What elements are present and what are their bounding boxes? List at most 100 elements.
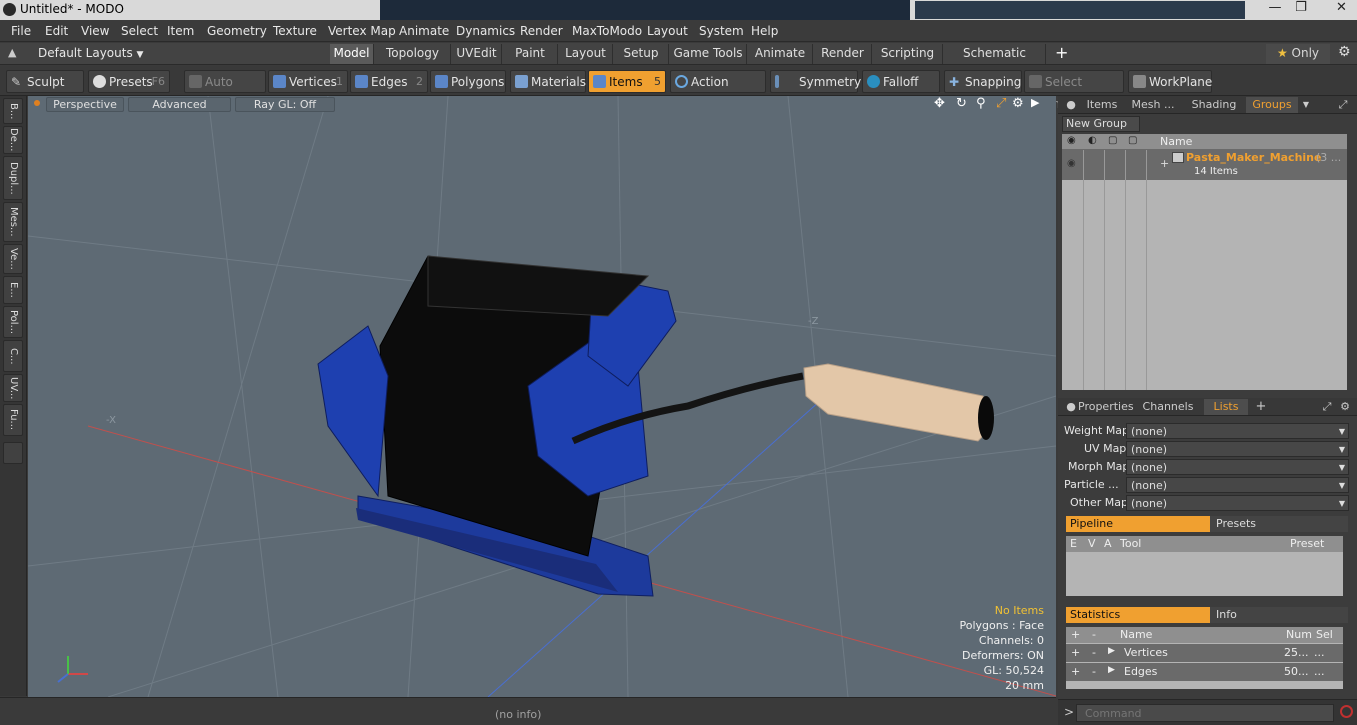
tab-schematic-fusion[interactable]: Schematic Fusion [944, 44, 1046, 79]
tab-uvedit[interactable]: UVEdit [452, 44, 502, 64]
tab-properties[interactable]: Properties [1078, 399, 1134, 415]
tab-menu-chevron-icon[interactable]: ▼ [1300, 97, 1312, 113]
left-tab-deform[interactable]: De... [3, 126, 23, 154]
fit-view-icon[interactable]: ⤢ [996, 96, 1006, 111]
left-tab-edge[interactable]: E... [3, 276, 23, 304]
menu-animate[interactable]: Animate [399, 24, 449, 38]
morph-map-select[interactable]: (none) ▼ [1126, 459, 1349, 475]
tab-render[interactable]: Render [814, 44, 872, 64]
panel-gear-icon[interactable]: ⚙ [1338, 399, 1352, 415]
new-group-button[interactable]: New Group [1062, 116, 1140, 132]
particle-select[interactable]: (none) ▼ [1126, 477, 1349, 493]
stats-minus-button[interactable]: - [1092, 646, 1096, 659]
menu-dynamics[interactable]: Dynamics [456, 24, 515, 38]
command-input[interactable] [1076, 704, 1334, 722]
tab-items[interactable]: Items [1082, 97, 1122, 113]
left-tab-basic[interactable]: B... [3, 98, 23, 124]
tab-paint[interactable]: Paint [503, 44, 558, 64]
auto-select-button[interactable]: Auto Select [184, 70, 266, 111]
gear-icon[interactable]: ⚙ [1338, 44, 1351, 60]
symmetry-button[interactable]: Symmetry [770, 70, 861, 93]
workplane-button[interactable]: WorkPlane [1128, 70, 1212, 93]
shading-button[interactable]: Advanced [128, 97, 231, 112]
menu-texture[interactable]: Texture [273, 24, 317, 38]
pipeline-table[interactable]: E V A Tool Preset [1066, 536, 1343, 596]
panel-expand-icon[interactable]: ⤢ [1336, 97, 1350, 113]
add-tab-icon[interactable]: + [1055, 43, 1068, 62]
menu-vertex-map[interactable]: Vertex Map [328, 24, 396, 38]
layout-toggle-icon[interactable]: ▲ [8, 46, 16, 59]
stats-minus-button[interactable]: - [1092, 665, 1096, 678]
stats-plus-button[interactable]: + [1071, 646, 1080, 659]
tab-animate[interactable]: Animate [748, 44, 813, 64]
left-tab-mesh[interactable]: Mes... [3, 202, 23, 242]
groups-list[interactable]: ◉ ◐ ▢ ▢ Name ◉ + Pasta_Maker_Machine (3 … [1062, 134, 1347, 390]
info-tab[interactable]: Info [1210, 607, 1348, 623]
menu-system[interactable]: System [699, 24, 744, 38]
polygons-button[interactable]: Polygons [430, 70, 506, 93]
tab-groups[interactable]: Groups [1246, 97, 1298, 113]
left-tab-curve[interactable]: C... [3, 340, 23, 372]
stats-plus-button[interactable]: + [1071, 665, 1080, 678]
materials-button[interactable]: Materials [510, 70, 586, 93]
menu-geometry[interactable]: Geometry [207, 24, 267, 38]
only-button[interactable]: ★ Only [1266, 44, 1330, 64]
viewport-settings-gear-icon[interactable]: ⚙ [1012, 96, 1024, 111]
menu-file[interactable]: File [11, 24, 31, 38]
minimize-icon[interactable]: — [1262, 0, 1288, 20]
move-view-icon[interactable]: ✥ [934, 96, 945, 111]
close-icon[interactable]: ✕ [1326, 0, 1357, 20]
rotate-view-icon[interactable]: ↻ [956, 96, 967, 111]
left-tab-uv[interactable]: UV... [3, 374, 23, 402]
presets-button[interactable]: Presets F6 [88, 70, 170, 93]
left-tab-vertex[interactable]: Ve... [3, 244, 23, 274]
left-tab-fusion[interactable]: Fu... [3, 404, 23, 436]
tab-setup[interactable]: Setup [614, 44, 669, 64]
tab-model[interactable]: Model [330, 44, 374, 64]
menu-view[interactable]: View [81, 24, 109, 38]
raygl-button[interactable]: Ray GL: Off [235, 97, 335, 112]
pipeline-tab[interactable]: Pipeline [1066, 516, 1210, 532]
add-tab-icon[interactable]: + [1254, 399, 1268, 415]
menu-select[interactable]: Select [121, 24, 158, 38]
scene-canvas[interactable]: -Z -X [28, 96, 1056, 697]
group-expand-icon[interactable]: + [1160, 157, 1169, 170]
left-tab-polygon[interactable]: Pol... [3, 306, 23, 338]
menu-render[interactable]: Render [520, 24, 563, 38]
tab-layout[interactable]: Layout [559, 44, 613, 64]
table-row[interactable]: + - ▶ Vertices 25... ... [1066, 644, 1343, 662]
record-icon[interactable] [1340, 705, 1353, 718]
menu-help[interactable]: Help [751, 24, 778, 38]
group-name[interactable]: Pasta_Maker_Machine [1186, 151, 1321, 164]
tab-scripting[interactable]: Scripting [873, 44, 943, 64]
panel-expand-icon[interactable]: ⤢ [1320, 399, 1334, 415]
edges-button[interactable]: Edges 2 [350, 70, 428, 93]
expand-triangle-icon[interactable]: ▶ [1108, 665, 1115, 675]
statistics-table[interactable]: + - Name Num Sel + - ▶ Vertices 25... ..… [1066, 627, 1343, 689]
table-row[interactable]: + - ▶ Edges 50... ... [1066, 663, 1343, 681]
perspective-button[interactable]: Perspective [46, 97, 124, 112]
left-tab-duplicate[interactable]: Dupl... [3, 156, 23, 200]
tab-mesh[interactable]: Mesh ... [1124, 97, 1182, 113]
weight-map-select[interactable]: (none) ▼ [1126, 423, 1349, 439]
zoom-view-icon[interactable]: ⚲ [976, 96, 986, 111]
statistics-tab[interactable]: Statistics [1066, 607, 1210, 623]
group-visibility-icon[interactable]: ◉ [1067, 158, 1076, 169]
select-through-button[interactable]: Select Through [1024, 70, 1124, 111]
expand-triangle-icon[interactable]: ▶ [1108, 646, 1115, 656]
tab-topology[interactable]: Topology [375, 44, 451, 64]
menu-layout[interactable]: Layout [647, 24, 688, 38]
tab-shading[interactable]: Shading [1184, 97, 1244, 113]
left-tab-extra[interactable] [3, 442, 23, 464]
items-button[interactable]: Items 5 [588, 70, 666, 93]
3d-viewport[interactable]: -Z -X Perspective Advanced Ray GL: Off ✥… [28, 96, 1056, 697]
tab-channels[interactable]: Channels [1138, 399, 1198, 415]
other-map-select[interactable]: (none) ▼ [1126, 495, 1349, 511]
tab-lists[interactable]: Lists [1204, 399, 1248, 415]
snapping-button[interactable]: ✚ Snapping [944, 70, 1022, 93]
tab-game-tools[interactable]: Game Tools [670, 44, 747, 64]
viewport-expand-icon[interactable]: ▶ [1031, 96, 1039, 109]
maximize-icon[interactable]: ❐ [1288, 0, 1314, 20]
presets-tab[interactable]: Presets [1210, 516, 1348, 532]
vertices-button[interactable]: Vertices 1 [268, 70, 348, 93]
